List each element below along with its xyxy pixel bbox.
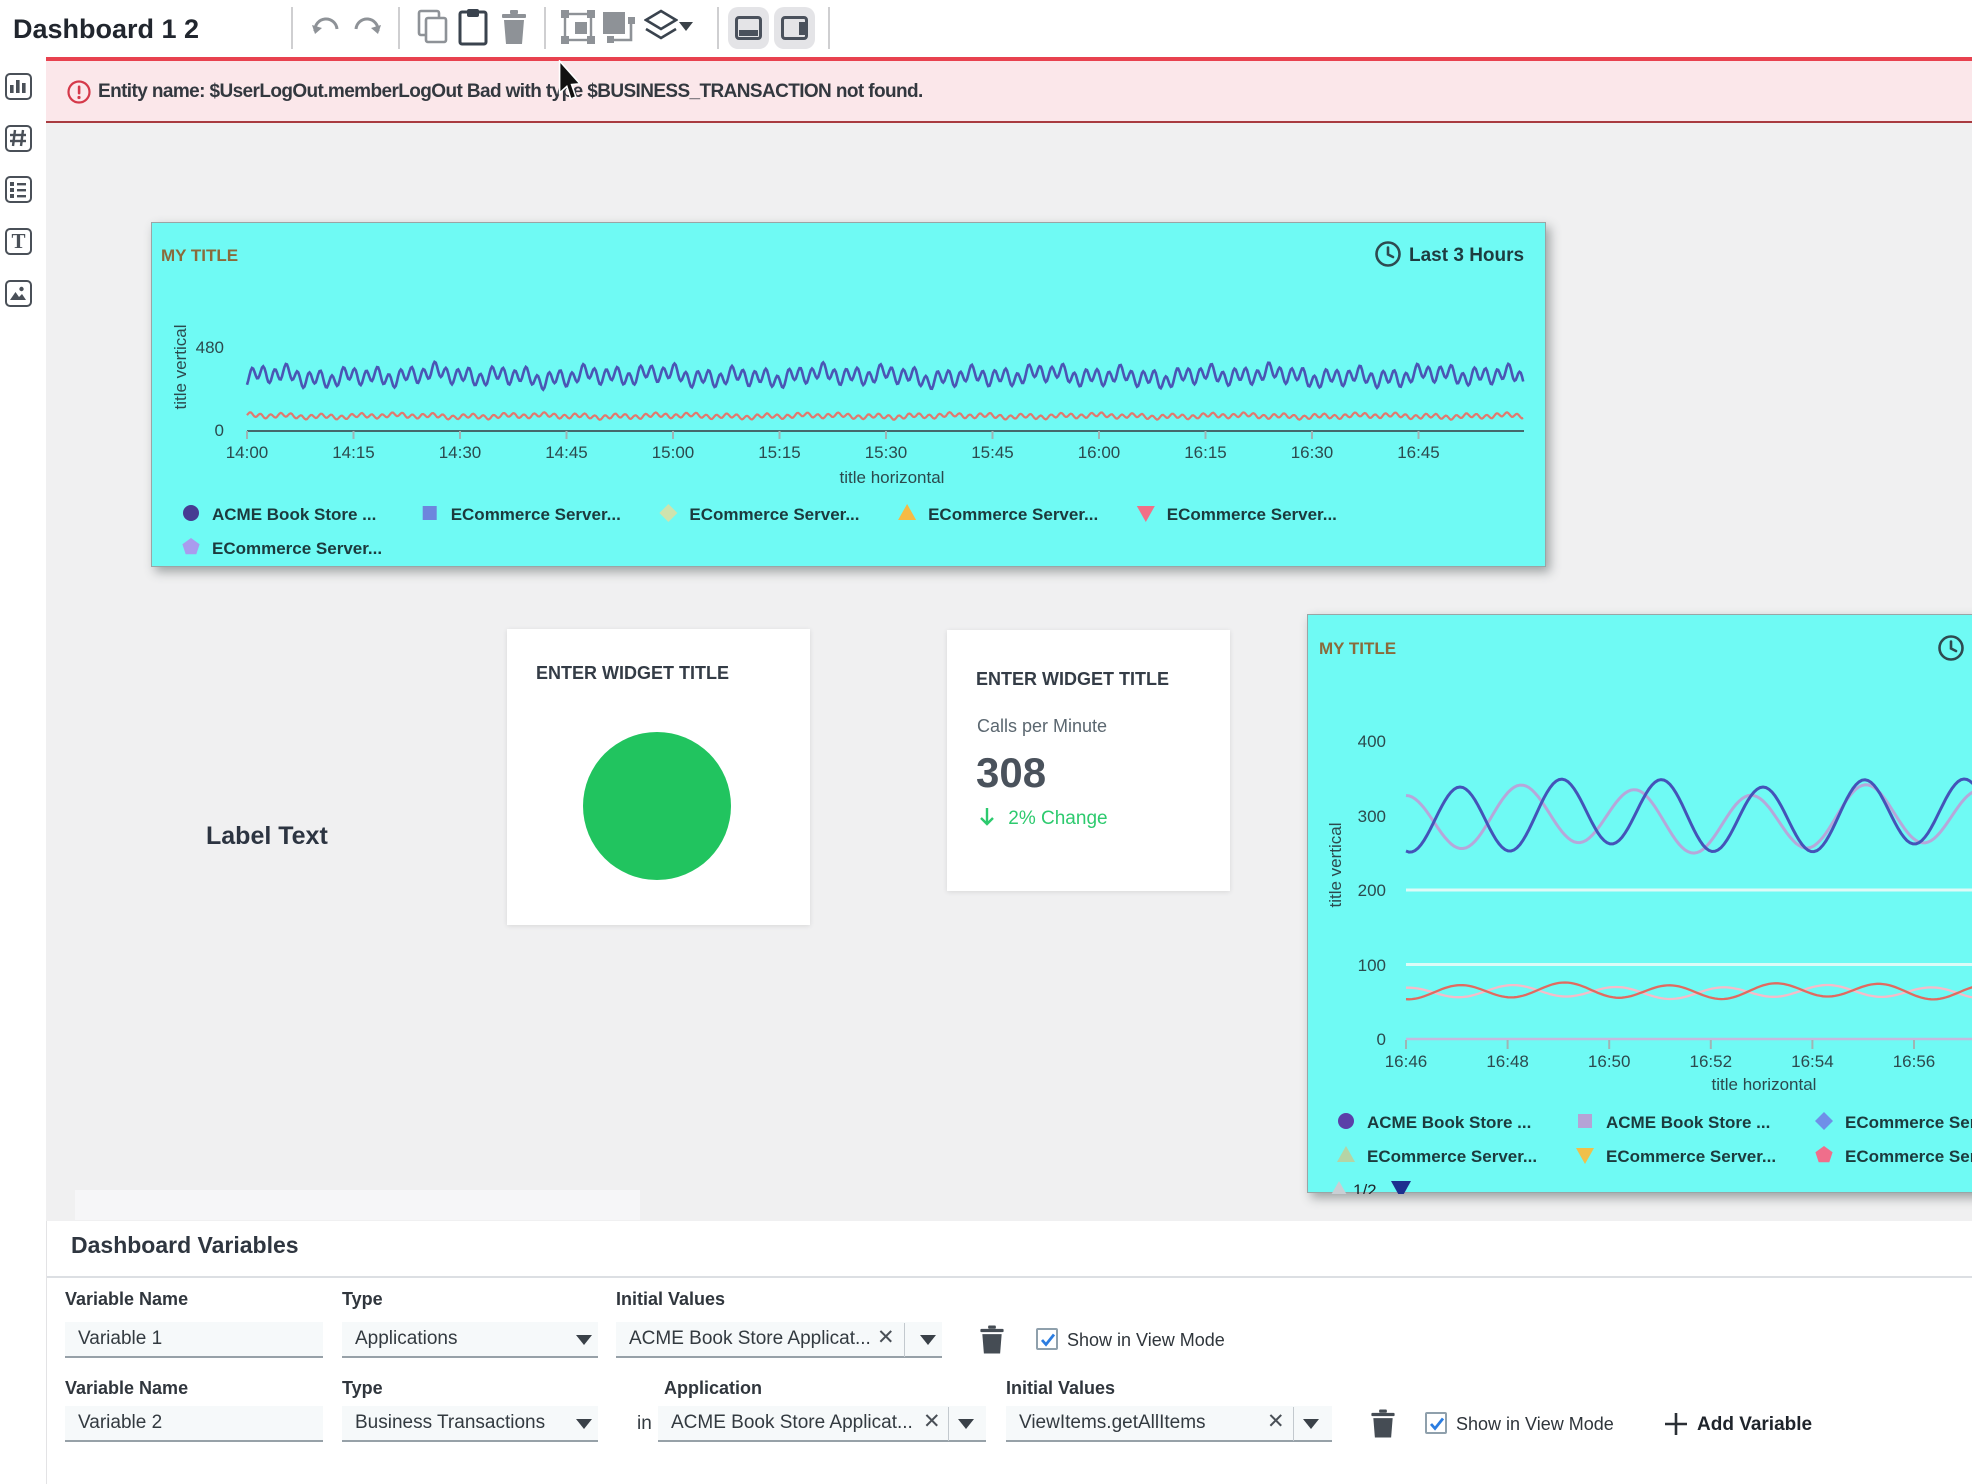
svg-text:title vertical: title vertical <box>171 324 190 409</box>
svg-text:16:46: 16:46 <box>1385 1052 1428 1071</box>
svg-text:title horizontal: title horizontal <box>840 468 945 487</box>
svg-text:480: 480 <box>196 338 224 357</box>
svg-text:ECommerce Server...: ECommerce Server... <box>1606 1147 1776 1166</box>
svg-text:15:00: 15:00 <box>652 443 695 462</box>
svg-text:15:45: 15:45 <box>971 443 1014 462</box>
svg-text:14:00: 14:00 <box>226 443 269 462</box>
svg-text:ACME Book Store ...: ACME Book Store ... <box>212 505 376 524</box>
svg-text:ACME Book Store ...: ACME Book Store ... <box>1367 1113 1531 1132</box>
svg-text:100: 100 <box>1358 956 1386 975</box>
svg-text:16:54: 16:54 <box>1791 1052 1834 1071</box>
svg-text:16:15: 16:15 <box>1184 443 1227 462</box>
svg-text:1/2: 1/2 <box>1353 1181 1377 1194</box>
svg-text:ECommerce Ser: ECommerce Ser <box>1845 1113 1972 1132</box>
svg-text:300: 300 <box>1358 807 1386 826</box>
svg-text:ECommerce Server...: ECommerce Server... <box>689 505 859 524</box>
svg-text:ECommerce Server...: ECommerce Server... <box>1167 505 1337 524</box>
svg-text:14:30: 14:30 <box>439 443 482 462</box>
svg-text:16:50: 16:50 <box>1588 1052 1631 1071</box>
svg-text:0: 0 <box>1377 1030 1386 1049</box>
svg-text:16:30: 16:30 <box>1291 443 1334 462</box>
svg-text:ECommerce Server...: ECommerce Server... <box>1367 1147 1537 1166</box>
svg-text:ACME Book Store ...: ACME Book Store ... <box>1606 1113 1770 1132</box>
svg-text:200: 200 <box>1358 881 1386 900</box>
svg-text:15:15: 15:15 <box>758 443 801 462</box>
svg-text:400: 400 <box>1358 732 1386 751</box>
svg-text:ECommerce Server...: ECommerce Server... <box>928 505 1098 524</box>
svg-text:16:56: 16:56 <box>1893 1052 1936 1071</box>
svg-text:ECommerce Ser: ECommerce Ser <box>1845 1147 1972 1166</box>
svg-text:ECommerce Server...: ECommerce Server... <box>212 539 382 558</box>
svg-text:14:15: 14:15 <box>332 443 375 462</box>
svg-text:16:48: 16:48 <box>1486 1052 1529 1071</box>
svg-text:14:45: 14:45 <box>545 443 588 462</box>
svg-text:16:45: 16:45 <box>1397 443 1440 462</box>
svg-text:0: 0 <box>215 421 224 440</box>
svg-text:title horizontal: title horizontal <box>1712 1075 1817 1094</box>
svg-text:16:52: 16:52 <box>1690 1052 1733 1071</box>
svg-text:ECommerce Server...: ECommerce Server... <box>451 505 621 524</box>
svg-text:15:30: 15:30 <box>865 443 908 462</box>
svg-text:16:00: 16:00 <box>1078 443 1121 462</box>
svg-text:title vertical: title vertical <box>1326 822 1345 907</box>
